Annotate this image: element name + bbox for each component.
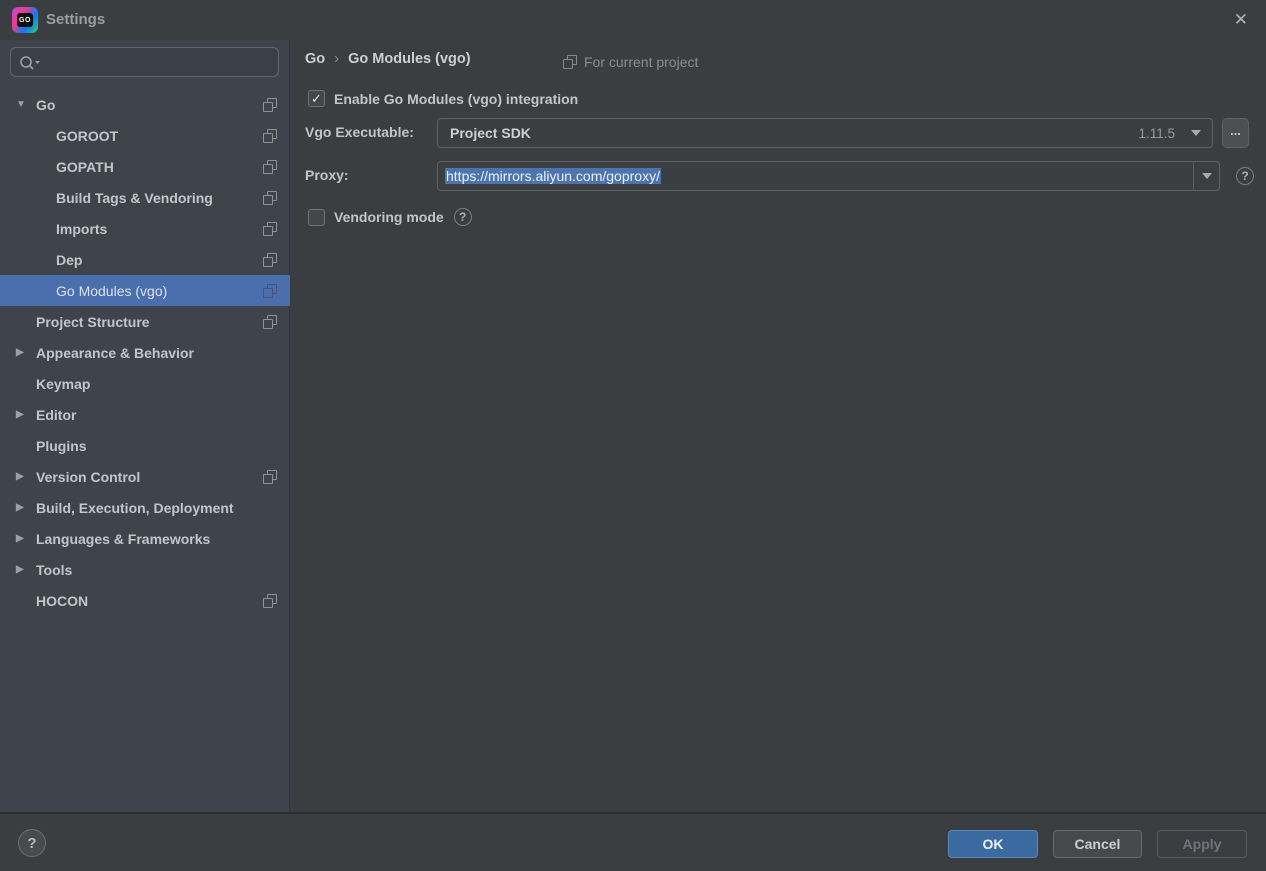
vendoring-mode-checkbox[interactable] xyxy=(308,208,325,226)
enable-vgo-label: Enable Go Modules (vgo) integration xyxy=(334,90,579,107)
scope-note: For current project xyxy=(563,54,698,70)
chevron-down-icon xyxy=(1201,173,1212,179)
breadcrumb-parent[interactable]: Go xyxy=(305,51,325,67)
sidebar-item-label: Plugins xyxy=(36,437,87,454)
scope-note-label: For current project xyxy=(584,54,699,70)
browse-sdk-button[interactable]: ... xyxy=(1222,118,1249,148)
chevron-right-icon[interactable]: ▶ xyxy=(16,409,36,420)
proxy-label: Proxy: xyxy=(305,167,349,183)
sidebar-item-build-tags-vendoring[interactable]: Build Tags & Vendoring xyxy=(0,182,290,213)
sidebar-item-build-execution-deployment[interactable]: ▶ Build, Execution, Deployment xyxy=(0,492,290,523)
sidebar-item-label: Tools xyxy=(36,561,73,578)
sidebar-item-editor[interactable]: ▶ Editor xyxy=(0,399,290,430)
sidebar-item-appearance-behavior[interactable]: ▶ Appearance & Behavior xyxy=(0,337,290,368)
sidebar-item-imports[interactable]: Imports xyxy=(0,213,290,244)
sidebar-item-version-control[interactable]: ▶ Version Control xyxy=(0,461,290,492)
sidebar-item-plugins[interactable]: Plugins xyxy=(0,430,290,461)
per-project-settings-icon xyxy=(263,252,277,267)
proxy-help-icon[interactable]: ? xyxy=(1236,167,1254,185)
cancel-button[interactable]: Cancel xyxy=(1053,830,1142,858)
goland-logo-icon: GO xyxy=(12,7,38,33)
breadcrumb-current: Go Modules (vgo) xyxy=(348,50,471,67)
proxy-combobox[interactable]: https://mirrors.aliyun.com/goproxy/ xyxy=(437,161,1220,191)
breadcrumb-separator-icon: › xyxy=(334,50,340,67)
sidebar-item-label: GOPATH xyxy=(56,158,114,175)
sidebar-item-label: Dep xyxy=(56,251,83,268)
dialog-footer: ? OK Cancel Apply xyxy=(0,812,1266,871)
sidebar-item-label: Editor xyxy=(36,406,77,423)
vgo-executable-combobox[interactable]: Project SDK 1.11.5 xyxy=(437,118,1213,148)
sidebar-item-gopath[interactable]: GOPATH xyxy=(0,151,290,182)
vgo-executable-value: Project SDK xyxy=(450,125,531,141)
sidebar-item-go[interactable]: ▼ Go xyxy=(0,89,290,120)
apply-button[interactable]: Apply xyxy=(1157,830,1247,858)
settings-tree: ▼ Go GOROOT GOPATH Build Tags & Vendoring Imp… xyxy=(0,89,290,616)
chevron-right-icon[interactable]: ▶ xyxy=(16,564,36,575)
per-project-settings-icon xyxy=(263,469,277,484)
sidebar-item-languages-frameworks[interactable]: ▶ Languages & Frameworks xyxy=(0,523,290,554)
title-bar: GO Settings ✕ xyxy=(0,0,1266,40)
per-project-settings-icon xyxy=(263,190,277,205)
sidebar-item-tools[interactable]: ▶ Tools xyxy=(0,554,290,585)
sidebar-item-label: Go xyxy=(36,96,56,113)
per-project-settings-icon xyxy=(263,314,277,329)
help-button[interactable]: ? xyxy=(18,829,46,857)
search-box[interactable] xyxy=(10,47,279,77)
search-icon xyxy=(20,56,40,70)
per-project-settings-icon xyxy=(263,159,277,174)
per-project-settings-icon xyxy=(263,593,277,608)
vendoring-help-icon[interactable]: ? xyxy=(453,208,472,226)
chevron-right-icon[interactable]: ▶ xyxy=(16,471,36,482)
per-project-settings-icon xyxy=(263,97,277,112)
window-title: Settings xyxy=(46,11,106,28)
settings-dialog: GO Settings ✕ ▼ Go GOROOT GOPATH Build Tags … xyxy=(0,0,1266,871)
breadcrumb: Go › Go Modules (vgo) xyxy=(305,50,471,67)
search-input[interactable] xyxy=(47,49,272,75)
sidebar-item-label: Version Control xyxy=(36,468,141,485)
chevron-right-icon[interactable]: ▶ xyxy=(16,347,36,358)
close-icon[interactable]: ✕ xyxy=(1234,9,1248,31)
enable-vgo-row: ✓ Enable Go Modules (vgo) integration xyxy=(308,90,578,107)
sidebar-item-dep[interactable]: Dep xyxy=(0,244,290,275)
sidebar-item-label: GOROOT xyxy=(56,127,119,144)
proxy-input[interactable]: https://mirrors.aliyun.com/goproxy/ xyxy=(438,168,1193,184)
ok-button[interactable]: OK xyxy=(948,830,1038,858)
vgo-sdk-version: 1.11.5 xyxy=(1138,125,1175,141)
per-project-settings-icon xyxy=(563,55,577,69)
sidebar-item-keymap[interactable]: Keymap xyxy=(0,368,290,399)
per-project-settings-icon xyxy=(263,128,277,143)
proxy-dropdown-button[interactable] xyxy=(1193,162,1219,190)
per-project-settings-icon xyxy=(263,283,277,298)
settings-content: Go › Go Modules (vgo) For current projec… xyxy=(290,40,1266,812)
chevron-down-icon[interactable] xyxy=(1191,130,1201,136)
sidebar-item-label: Imports xyxy=(56,220,108,237)
vgo-executable-label: Vgo Executable: xyxy=(305,124,414,140)
chevron-down-icon[interactable]: ▼ xyxy=(16,99,36,110)
sidebar-item-hocon[interactable]: HOCON xyxy=(0,585,290,616)
sidebar-item-label: Build Tags & Vendoring xyxy=(56,189,213,206)
sidebar-item-label: Go Modules (vgo) xyxy=(56,282,168,299)
sidebar-item-label: Project Structure xyxy=(36,313,150,330)
per-project-settings-icon xyxy=(263,221,277,236)
vendoring-mode-label: Vendoring mode xyxy=(334,209,444,225)
sidebar-item-label: Keymap xyxy=(36,375,91,392)
sidebar-item-goroot[interactable]: GOROOT xyxy=(0,120,290,151)
sidebar-item-label: Languages & Frameworks xyxy=(36,530,211,547)
sidebar-item-label: Build, Execution, Deployment xyxy=(36,499,234,516)
enable-vgo-checkbox[interactable]: ✓ xyxy=(308,90,325,107)
chevron-right-icon[interactable]: ▶ xyxy=(16,502,36,513)
sidebar-item-project-structure[interactable]: Project Structure xyxy=(0,306,290,337)
proxy-selected-text: https://mirrors.aliyun.com/goproxy/ xyxy=(445,168,661,184)
chevron-right-icon[interactable]: ▶ xyxy=(16,533,36,544)
sidebar-item-go-modules-vgo[interactable]: Go Modules (vgo) xyxy=(0,275,290,306)
sidebar-item-label: Appearance & Behavior xyxy=(36,344,194,361)
sidebar-item-label: HOCON xyxy=(36,592,89,609)
settings-sidebar: ▼ Go GOROOT GOPATH Build Tags & Vendoring Imp… xyxy=(0,40,290,812)
vendoring-mode-row: Vendoring mode ? xyxy=(308,208,472,226)
